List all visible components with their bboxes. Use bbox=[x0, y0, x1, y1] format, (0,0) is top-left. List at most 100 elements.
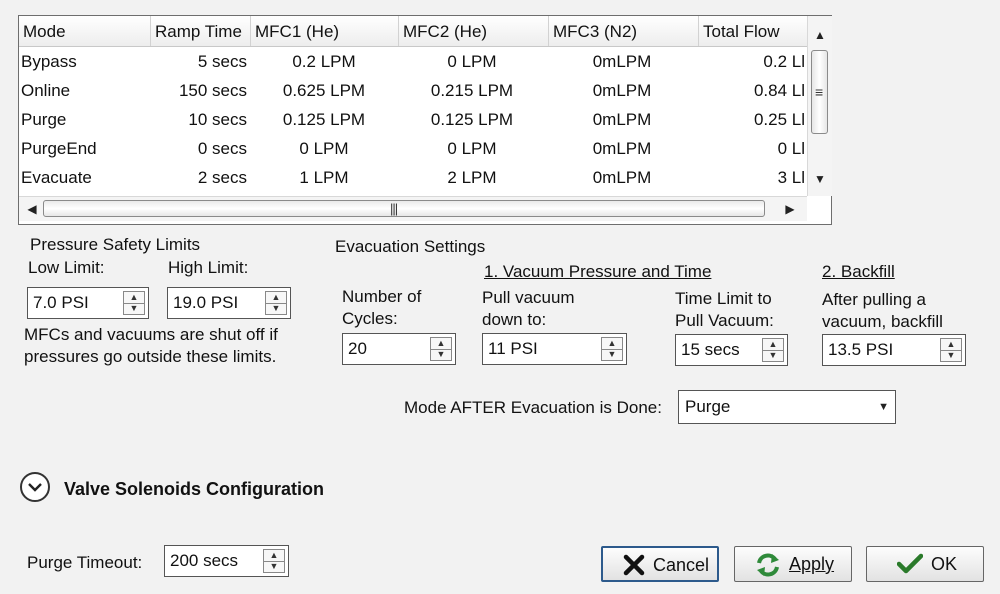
chevron-down-icon: ▼ bbox=[878, 401, 889, 413]
scroll-left-icon[interactable]: ◀ bbox=[21, 197, 43, 221]
cancel-button[interactable]: Cancel bbox=[601, 546, 719, 582]
pressure-note-line2: pressures go outside these limits. bbox=[24, 347, 277, 366]
table-row[interactable]: Evacuate 2 secs 1 LPM 2 LPM 0mLPM 3 Ll bbox=[19, 163, 807, 192]
cycles-label-line2: Cycles: bbox=[342, 309, 398, 328]
spin-down-icon[interactable]: ▼ bbox=[266, 303, 286, 314]
cell-mfc3: 0mLPM bbox=[592, 168, 652, 187]
table-row[interactable]: Online 150 secs 0.625 LPM 0.215 LPM 0mLP… bbox=[19, 76, 807, 105]
refresh-icon bbox=[757, 553, 779, 577]
cell-mfc2: 2 LPM bbox=[447, 168, 497, 187]
pressure-note-line1: MFCs and vacuums are shut off if bbox=[24, 325, 278, 344]
mode-after-value: Purge bbox=[685, 397, 731, 416]
scroll-up-icon[interactable]: ▲ bbox=[808, 24, 832, 46]
high-limit-input[interactable]: 19.0 PSI ▲ ▼ bbox=[167, 287, 291, 319]
cell-mfc1: 0 LPM bbox=[299, 139, 349, 158]
cell-total-flow: 0.25 Ll bbox=[753, 110, 805, 129]
column-header-mfc3[interactable]: MFC3 (N2) bbox=[549, 16, 699, 46]
close-icon bbox=[623, 554, 645, 576]
time-limit-label-line1: Time Limit to bbox=[675, 289, 772, 308]
cell-mfc3: 0mLPM bbox=[592, 81, 652, 100]
step2-title: 2. Backfill bbox=[822, 262, 895, 281]
time-limit-label-line2: Pull Vacuum: bbox=[675, 311, 774, 330]
spin-buttons[interactable]: ▲ ▼ bbox=[123, 291, 145, 315]
spin-buttons[interactable]: ▲ ▼ bbox=[265, 291, 287, 315]
spin-buttons[interactable]: ▲ ▼ bbox=[430, 337, 452, 361]
cell-mode: Purge bbox=[21, 110, 67, 129]
cell-mfc1: 1 LPM bbox=[299, 168, 349, 187]
cell-ramp-time: 10 secs bbox=[188, 110, 247, 129]
grip-icon: ≡ bbox=[815, 84, 824, 100]
cell-ramp-time: 2 secs bbox=[197, 168, 247, 187]
column-header-mfc1[interactable]: MFC1 (He) bbox=[251, 16, 399, 46]
low-limit-value: 7.0 PSI bbox=[33, 293, 89, 312]
horizontal-scrollbar[interactable]: ◀ ||| ▶ bbox=[19, 196, 807, 221]
cycles-label-line1: Number of bbox=[342, 287, 422, 306]
high-limit-value: 19.0 PSI bbox=[173, 293, 239, 312]
backfill-label-line2: vacuum, backfill bbox=[822, 312, 943, 331]
checkmark-icon bbox=[897, 553, 923, 574]
scroll-right-icon[interactable]: ▶ bbox=[779, 197, 801, 221]
low-limit-input[interactable]: 7.0 PSI ▲ ▼ bbox=[27, 287, 149, 319]
spin-down-icon[interactable]: ▼ bbox=[431, 349, 451, 360]
table-row[interactable]: PurgeEnd 0 secs 0 LPM 0 LPM 0mLPM 0 Ll bbox=[19, 134, 807, 163]
valve-solenoids-title[interactable]: Valve Solenoids Configuration bbox=[64, 478, 324, 500]
column-header-mfc2[interactable]: MFC2 (He) bbox=[399, 16, 549, 46]
cell-mfc1: 0.125 LPM bbox=[282, 110, 366, 129]
mode-after-select[interactable]: Purge ▼ bbox=[678, 390, 896, 424]
mode-after-label: Mode AFTER Evacuation is Done: bbox=[404, 398, 662, 417]
chevron-down-icon bbox=[28, 483, 42, 492]
cell-total-flow: 0 Ll bbox=[777, 139, 805, 158]
cycles-input[interactable]: 20 ▲ ▼ bbox=[342, 333, 456, 365]
ok-button[interactable]: OK bbox=[866, 546, 984, 582]
pressure-limits-title: Pressure Safety Limits bbox=[30, 235, 201, 254]
cell-mode: PurgeEnd bbox=[21, 139, 97, 158]
scroll-down-icon[interactable]: ▼ bbox=[808, 168, 832, 190]
cell-mfc3: 0mLPM bbox=[592, 110, 652, 129]
backfill-input[interactable]: 13.5 PSI ▲ ▼ bbox=[822, 334, 966, 366]
table-header: Mode Ramp Time MFC1 (He) MFC2 (He) MFC3 … bbox=[19, 16, 807, 47]
spin-down-icon[interactable]: ▼ bbox=[763, 350, 783, 361]
backfill-label-line1: After pulling a bbox=[822, 290, 926, 309]
column-header-ramp-time[interactable]: Ramp Time bbox=[151, 16, 251, 46]
horizontal-scroll-thumb[interactable]: ||| bbox=[43, 200, 765, 217]
column-header-mode[interactable]: Mode bbox=[19, 16, 151, 46]
cell-ramp-time: 0 secs bbox=[197, 139, 247, 158]
apply-button[interactable]: Apply bbox=[734, 546, 852, 582]
time-limit-value: 15 secs bbox=[681, 340, 740, 359]
mode-table[interactable]: Mode Ramp Time MFC1 (He) MFC2 (He) MFC3 … bbox=[18, 15, 832, 225]
cell-mode: Bypass bbox=[21, 52, 77, 71]
cell-mode: Online bbox=[21, 81, 71, 100]
spin-buttons[interactable]: ▲ ▼ bbox=[940, 338, 962, 362]
cell-mfc1: 0.2 LPM bbox=[292, 52, 356, 71]
spin-buttons[interactable]: ▲ ▼ bbox=[762, 338, 784, 362]
cell-ramp-time: 5 secs bbox=[197, 52, 247, 71]
cell-mode: Evacuate bbox=[21, 168, 92, 187]
table-row[interactable]: Bypass 5 secs 0.2 LPM 0 LPM 0mLPM 0.2 Ll bbox=[19, 47, 807, 76]
cell-total-flow: 0.2 Ll bbox=[763, 52, 805, 71]
spin-down-icon[interactable]: ▼ bbox=[941, 350, 961, 361]
step1-title: 1. Vacuum Pressure and Time bbox=[484, 262, 712, 281]
purge-timeout-input[interactable]: 200 secs ▲ ▼ bbox=[164, 545, 289, 577]
spin-down-icon[interactable]: ▼ bbox=[602, 349, 622, 360]
pull-vacuum-label-line2: down to: bbox=[482, 310, 547, 329]
column-header-total-flow[interactable]: Total Flow bbox=[699, 16, 807, 46]
ok-button-label: OK bbox=[931, 554, 958, 574]
spin-buttons[interactable]: ▲ ▼ bbox=[601, 337, 623, 361]
purge-timeout-value: 200 secs bbox=[170, 551, 239, 570]
cell-mfc3: 0mLPM bbox=[592, 52, 652, 71]
pull-vacuum-label-line1: Pull vacuum bbox=[482, 288, 575, 307]
cell-mfc2: 0.125 LPM bbox=[430, 110, 514, 129]
cell-ramp-time: 150 secs bbox=[178, 81, 247, 100]
expand-valve-solenoids-button[interactable] bbox=[20, 472, 50, 502]
vertical-scroll-thumb[interactable]: ≡ bbox=[811, 50, 828, 134]
cell-mfc2: 0 LPM bbox=[447, 52, 497, 71]
cell-mfc3: 0mLPM bbox=[592, 139, 652, 158]
table-row[interactable]: Purge 10 secs 0.125 LPM 0.125 LPM 0mLPM … bbox=[19, 105, 807, 134]
cell-total-flow: 3 Ll bbox=[777, 168, 805, 187]
pull-vacuum-input[interactable]: 11 PSI ▲ ▼ bbox=[482, 333, 627, 365]
spin-down-icon[interactable]: ▼ bbox=[264, 561, 284, 572]
spin-down-icon[interactable]: ▼ bbox=[124, 303, 144, 314]
spin-buttons[interactable]: ▲ ▼ bbox=[263, 549, 285, 573]
time-limit-input[interactable]: 15 secs ▲ ▼ bbox=[675, 334, 788, 366]
vertical-scrollbar[interactable]: ▲ ≡ ▼ bbox=[807, 16, 832, 196]
